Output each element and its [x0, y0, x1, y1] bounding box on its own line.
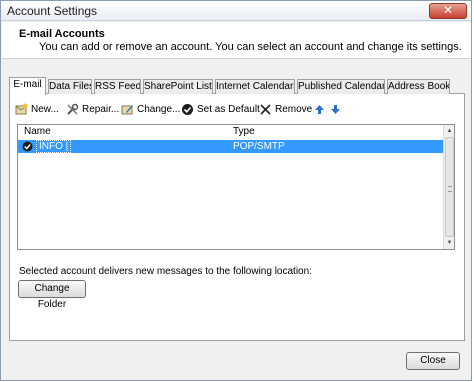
- tab-data-files[interactable]: Data Files: [48, 79, 92, 94]
- change-button[interactable]: Change...: [121, 102, 180, 118]
- dialog-header: E-mail Accounts You can add or remove an…: [2, 22, 471, 59]
- column-header-type[interactable]: Type: [233, 126, 255, 137]
- close-button[interactable]: Close: [406, 352, 460, 370]
- arrow-down-icon: [331, 104, 340, 114]
- tab-rss-feeds[interactable]: RSS Feeds: [94, 79, 141, 94]
- tab-published-calendars[interactable]: Published Calendars: [297, 79, 385, 94]
- title-bar: Account Settings ✕: [1, 1, 471, 21]
- tab-sharepoint-lists[interactable]: SharePoint Lists: [143, 79, 213, 94]
- scroll-thumb[interactable]: [445, 137, 454, 237]
- repair-button-label: Repair...: [82, 104, 120, 115]
- remove-button[interactable]: Remove: [259, 102, 312, 118]
- tab-address-books[interactable]: Address Books: [387, 79, 450, 94]
- tab-email[interactable]: E-mail: [9, 77, 46, 95]
- account-list-header: Name Type: [18, 125, 444, 139]
- new-button[interactable]: New...: [15, 102, 59, 118]
- change-button-label: Change...: [137, 104, 181, 115]
- remove-button-label: Remove: [275, 104, 313, 115]
- change-folder-button[interactable]: Change Folder: [18, 280, 86, 310]
- header-title: E-mail Accounts: [19, 28, 105, 40]
- header-description: You can add or remove an account. You ca…: [39, 41, 462, 53]
- default-account-check-icon: [22, 141, 33, 152]
- repair-icon: [67, 103, 79, 115]
- delivery-location-text: Selected account delivers new messages t…: [19, 266, 312, 277]
- account-settings-window: Account Settings ✕ E-mail Accounts You c…: [0, 0, 472, 381]
- window-close-button[interactable]: ✕: [429, 3, 467, 19]
- account-list[interactable]: Name Type INFO | POP/SMTP ▲ ▼: [17, 124, 455, 250]
- set-as-default-label: Set as Default: [197, 104, 260, 115]
- account-name: INFO |: [36, 140, 72, 153]
- tab-internet-calendars[interactable]: Internet Calendars: [215, 79, 295, 94]
- move-down-button[interactable]: [329, 102, 345, 118]
- column-header-name[interactable]: Name: [24, 126, 51, 137]
- account-type: POP/SMTP: [233, 141, 285, 152]
- scroll-up-arrow-icon[interactable]: ▲: [445, 126, 454, 136]
- account-list-scrollbar[interactable]: ▲ ▼: [443, 125, 454, 249]
- new-button-label: New...: [31, 104, 59, 115]
- repair-button[interactable]: Repair...: [66, 102, 119, 118]
- scroll-down-arrow-icon[interactable]: ▼: [445, 238, 454, 248]
- window-title: Account Settings: [7, 4, 98, 18]
- account-row[interactable]: INFO | POP/SMTP: [18, 140, 444, 153]
- arrow-up-icon: [315, 104, 324, 114]
- default-check-icon: [182, 103, 193, 115]
- remove-x-icon: [260, 104, 271, 115]
- set-as-default-button[interactable]: Set as Default: [181, 102, 260, 118]
- change-account-icon: [121, 104, 133, 115]
- new-account-icon: [15, 103, 28, 115]
- move-up-button[interactable]: [313, 102, 329, 118]
- scroll-grip-icon: [448, 186, 452, 192]
